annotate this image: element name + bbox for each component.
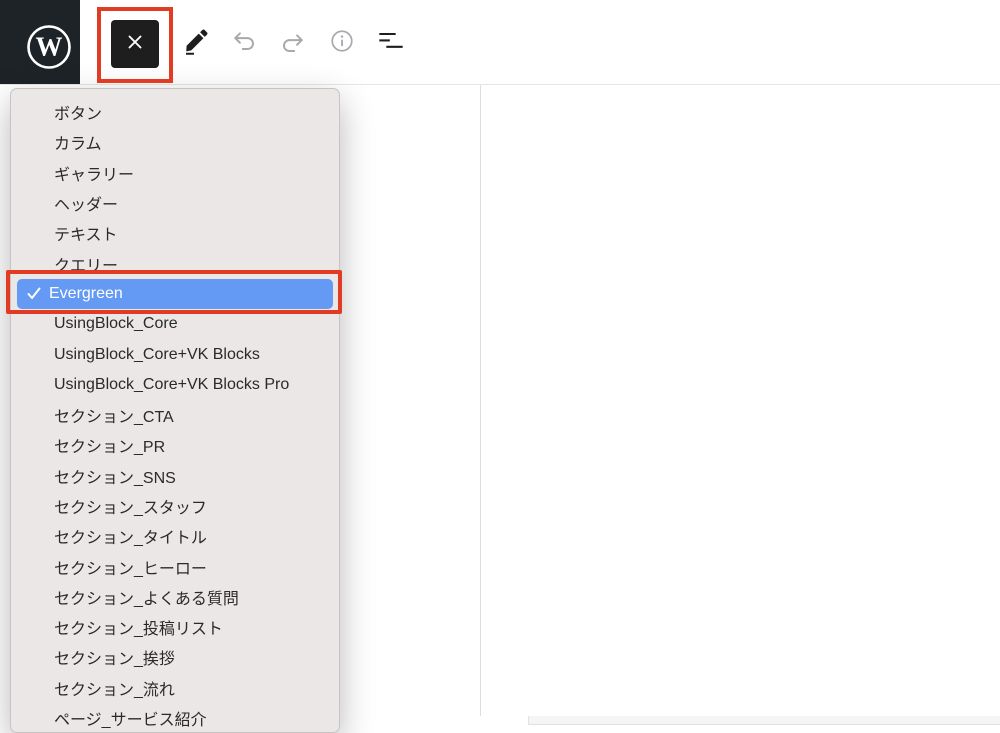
pattern-category-dropdown: ボタンカラムギャラリーヘッダーテキストクエリーEvergreenUsingBlo… [10,88,340,733]
dropdown-item-label: ヘッダー [54,191,118,215]
dropdown-item-label: セクション_タイトル [54,524,207,548]
dropdown-item-label: ページ_サービス紹介 [54,706,207,730]
editor-canvas [481,84,1000,716]
dropdown-item[interactable]: セクション_スタッフ [11,491,339,521]
redo-button[interactable] [277,28,309,58]
dropdown-item-label: セクション_よくある質問 [54,585,239,609]
dropdown-item-label: セクション_PR [54,433,165,457]
dropdown-item[interactable]: カラム [11,127,339,157]
dropdown-item[interactable]: ギャラリー [11,158,339,188]
info-icon [329,28,355,59]
edit-tool-button[interactable] [179,26,213,60]
dropdown-item[interactable]: セクション_CTA [11,400,339,430]
dropdown-item[interactable]: ヘッダー [11,188,339,218]
dropdown-item-label: UsingBlock_Core+VK Blocks [54,346,260,364]
dropdown-item-label: UsingBlock_Core [54,315,178,333]
details-button[interactable] [328,29,356,57]
dropdown-item[interactable]: セクション_PR [11,430,339,460]
dropdown-item-label: UsingBlock_Core+VK Blocks Pro [54,376,289,394]
dropdown-item[interactable]: ページ_サービス紹介 [11,703,339,733]
list-view-icon [377,29,405,58]
dropdown-item-label: セクション_ヒーロー [54,555,207,579]
dropdown-item[interactable]: セクション_SNS [11,461,339,491]
list-view-button[interactable] [376,30,406,56]
annotation-box-inserter-toggle [97,7,173,83]
dropdown-item-label: ボタン [54,100,102,124]
wordpress-logo-icon: W [26,24,72,70]
dropdown-item[interactable]: ボタン [11,97,339,127]
dropdown-item[interactable]: UsingBlock_Core+VK Blocks Pro [11,370,339,400]
svg-text:W: W [36,32,63,62]
dropdown-item[interactable]: セクション_タイトル [11,521,339,551]
dropdown-item[interactable]: UsingBlock_Core+VK Blocks [11,339,339,369]
dropdown-item[interactable]: セクション_ヒーロー [11,551,339,581]
dropdown-item-label: セクション_SNS [54,464,176,488]
dropdown-item[interactable]: セクション_流れ [11,673,339,703]
wordpress-admin-button[interactable]: W [0,0,80,84]
dropdown-item[interactable]: セクション_投稿リスト [11,612,339,642]
dropdown-item-label: テキスト [54,221,118,245]
undo-icon [229,27,259,60]
dropdown-item-label: セクション_流れ [54,676,175,700]
dropdown-item[interactable]: テキスト [11,218,339,248]
dropdown-item-list: ボタンカラムギャラリーヘッダーテキストクエリーEvergreenUsingBlo… [11,97,339,733]
dropdown-item-label: カラム [54,130,102,154]
dropdown-item-label: セクション_スタッフ [54,494,207,518]
annotation-box-evergreen [6,270,342,314]
dropdown-item-label: セクション_挨拶 [54,645,175,669]
pencil-icon [181,26,211,61]
dropdown-item-label: セクション_CTA [54,403,174,427]
dropdown-item[interactable]: セクション_挨拶 [11,642,339,672]
dropdown-item[interactable]: セクション_よくある質問 [11,582,339,612]
dropdown-item-label: ギャラリー [54,161,134,185]
undo-button[interactable] [228,28,260,58]
dropdown-item-label: セクション_投稿リスト [54,615,223,639]
redo-icon [278,29,308,57]
